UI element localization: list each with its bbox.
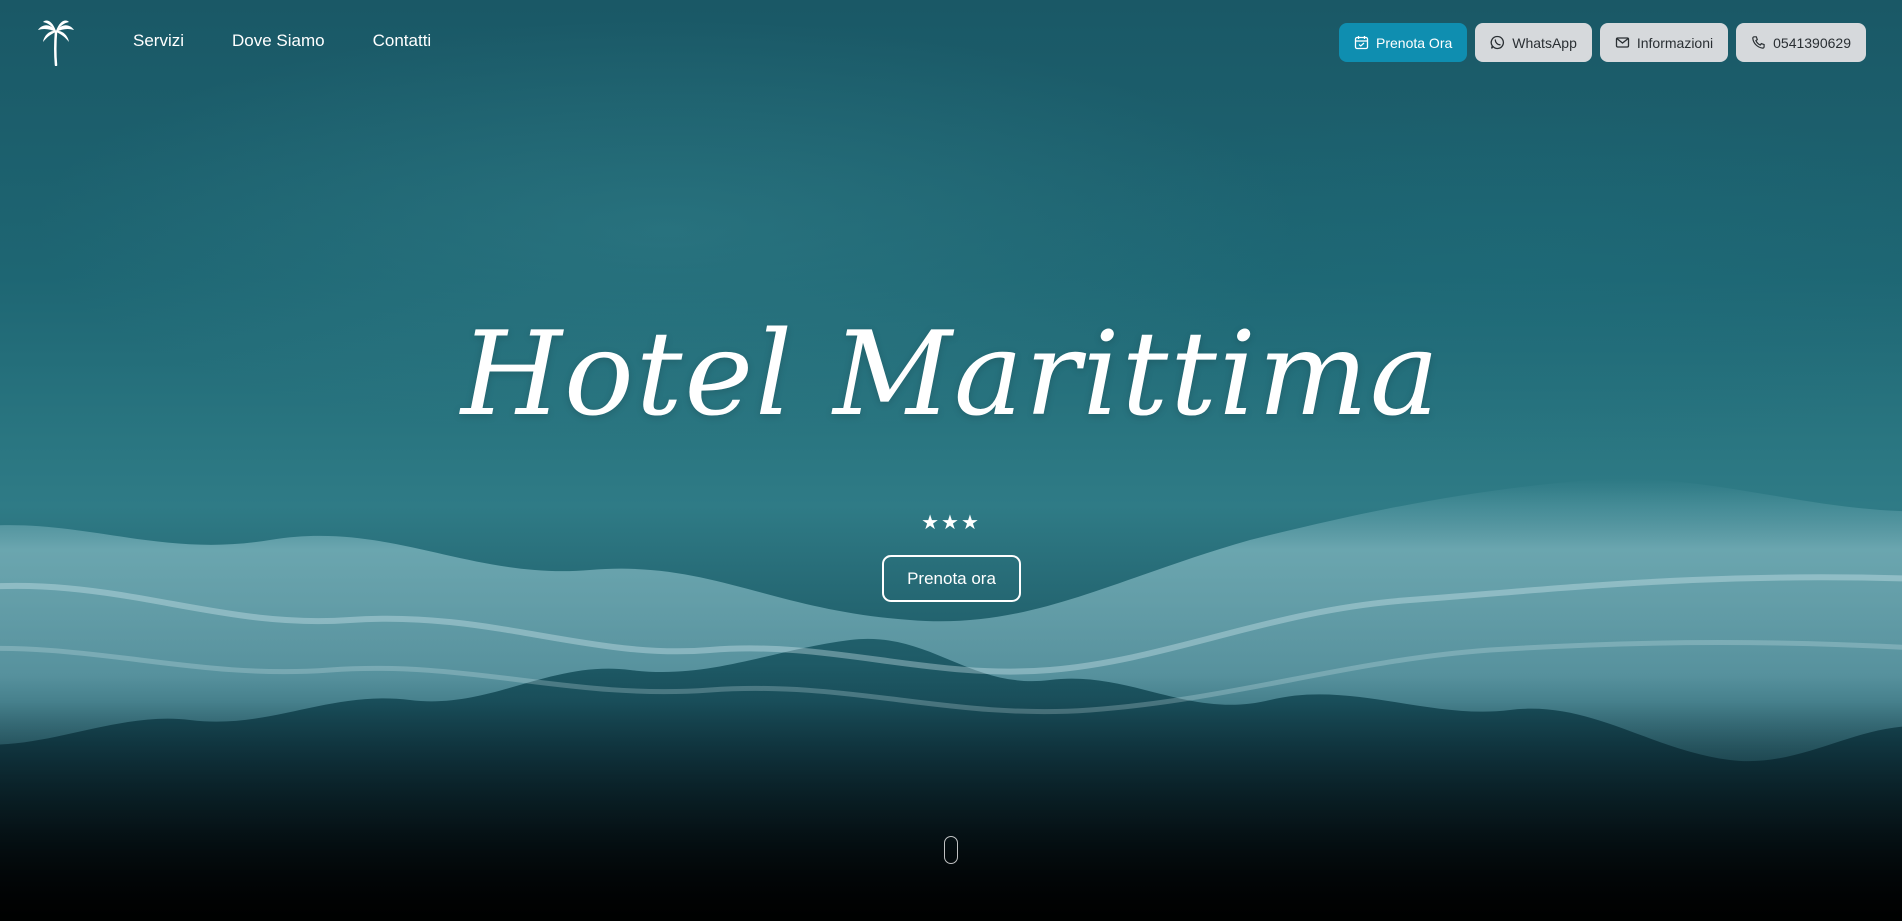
whatsapp-label: WhatsApp [1512, 34, 1577, 51]
phone-label: 0541390629 [1773, 34, 1851, 51]
info-button[interactable]: Informazioni [1599, 23, 1729, 62]
mail-icon [1615, 35, 1630, 50]
header-actions: Prenota Ora WhatsApp Informazioni 054139… [1339, 23, 1866, 62]
hero-book-button[interactable]: Prenota ora [882, 555, 1021, 602]
whatsapp-icon [1490, 35, 1505, 50]
bottom-shadow [0, 701, 1902, 921]
main-nav: Servizi Dove Siamo Contatti [133, 31, 479, 51]
phone-icon [1751, 35, 1766, 50]
site-header: Servizi Dove Siamo Contatti Prenota Ora [0, 0, 1902, 86]
scroll-indicator-icon[interactable] [944, 836, 958, 864]
hero-page: Servizi Dove Siamo Contatti Prenota Ora [0, 0, 1902, 921]
info-label: Informazioni [1636, 34, 1714, 51]
calendar-icon [1354, 35, 1369, 50]
hotel-title: Hotel Marittima [460, 307, 1442, 442]
whatsapp-button[interactable]: WhatsApp [1475, 23, 1592, 62]
book-now-button[interactable]: Prenota Ora [1339, 23, 1468, 62]
phone-button[interactable]: 0541390629 [1736, 23, 1866, 62]
book-now-label: Prenota Ora [1376, 34, 1453, 51]
nav-item-servizi[interactable]: Servizi [133, 31, 184, 51]
nav-item-contatti[interactable]: Contatti [373, 31, 432, 51]
palm-tree-icon[interactable] [36, 18, 76, 67]
nav-item-dove-siamo[interactable]: Dove Siamo [232, 31, 325, 51]
star-rating: ★★★ [921, 512, 981, 534]
